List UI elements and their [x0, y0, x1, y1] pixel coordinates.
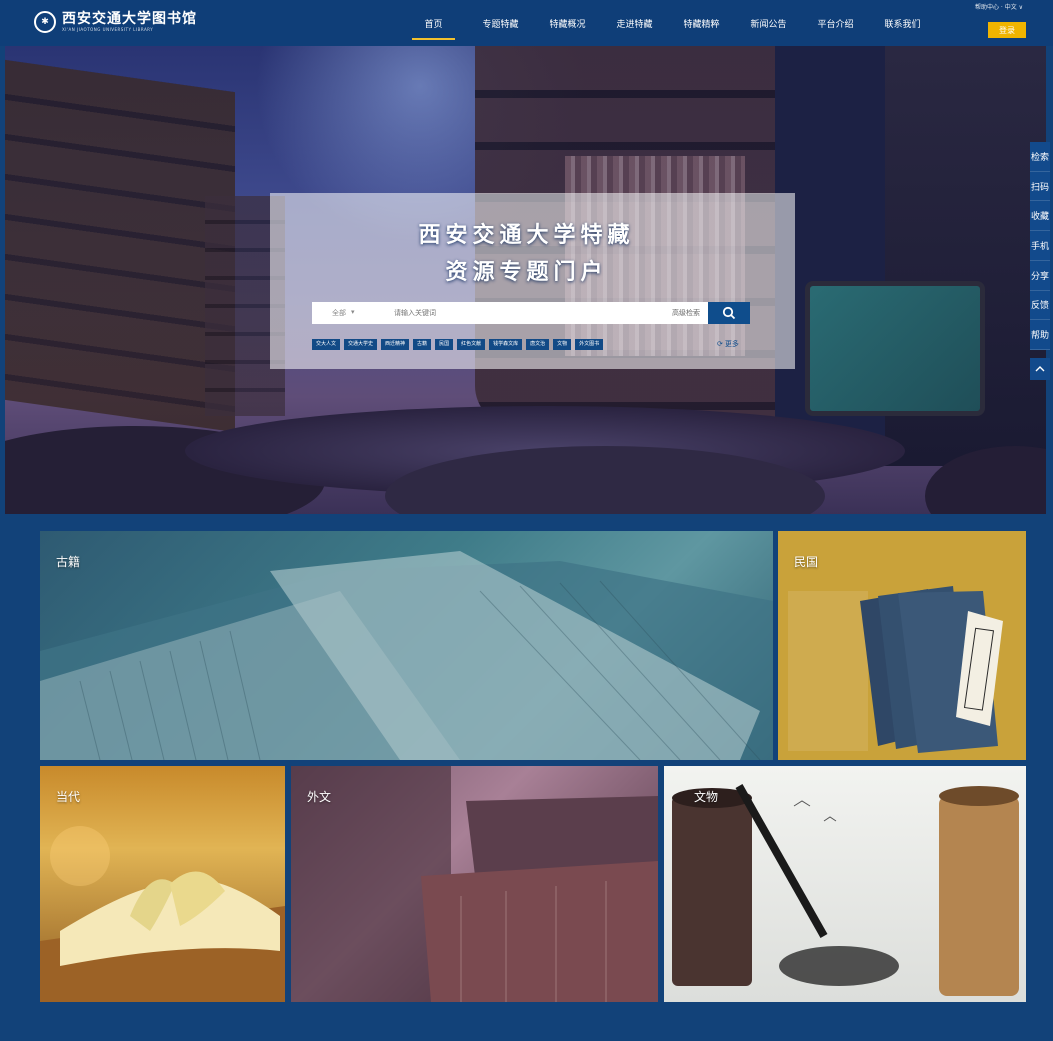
- portal-title-line2: 资源专题门户: [445, 260, 608, 285]
- tag-item[interactable]: 古籍: [413, 339, 432, 350]
- login-button[interactable]: 登录: [988, 22, 1026, 38]
- toolbar-qrcode-icon[interactable]: 扫码: [1030, 172, 1050, 202]
- tag-item[interactable]: 红色文献: [457, 339, 486, 350]
- chevron-up-icon: [1035, 366, 1045, 372]
- ancient-book-illustration: [40, 551, 773, 760]
- tag-item[interactable]: 外文图书: [575, 339, 604, 350]
- toolbar-help-icon[interactable]: 帮助: [1030, 320, 1050, 351]
- nav-news[interactable]: 新闻公告: [735, 0, 802, 46]
- hero-display-screen: [805, 281, 985, 416]
- library-logo[interactable]: ✱ 西安交通大学图书馆 XI'AN JIAOTONG UNIVERSITY LI…: [34, 11, 197, 33]
- tile-label-ancient-books: 古籍: [56, 555, 81, 569]
- nav-highlights[interactable]: 特藏精粹: [668, 0, 735, 46]
- tag-item[interactable]: 钱学森文库: [489, 339, 523, 350]
- university-seal-icon: ✱: [34, 11, 56, 33]
- category-tile-contemporary[interactable]: 当代: [40, 766, 285, 1002]
- tile-label-republic-era: 民国: [794, 555, 819, 569]
- tag-item[interactable]: 西迁精神: [381, 339, 410, 350]
- tag-item[interactable]: 交大人文: [312, 339, 341, 350]
- tile-label-artifacts: 文物: [694, 790, 719, 804]
- nav-home[interactable]: 首页: [400, 0, 467, 46]
- toolbar-favorite-icon[interactable]: 收藏: [1030, 201, 1050, 232]
- category-tile-ancient-books[interactable]: 古籍: [40, 531, 773, 760]
- vintage-books-illustration: [291, 766, 658, 1002]
- toolbar-share-icon[interactable]: 分享: [1030, 261, 1050, 291]
- search-scope-select[interactable]: 全部 ▾: [312, 308, 392, 318]
- logo-title: 西安交通大学图书馆: [62, 11, 197, 27]
- nav-about-platform[interactable]: 平台介绍: [802, 0, 869, 46]
- nav-contact[interactable]: 联系我们: [869, 0, 936, 46]
- toolbar-mobile-icon[interactable]: 手机: [1030, 231, 1050, 261]
- tag-item[interactable]: 民国: [435, 339, 454, 350]
- more-tags-link[interactable]: ⟳ 更多: [717, 339, 739, 349]
- logo-subtitle: XI'AN JIAOTONG UNIVERSITY LIBRARY: [62, 27, 154, 32]
- side-toolbar: 检索 扫码 收藏 手机 分享 反馈 帮助: [1030, 142, 1050, 351]
- tile-label-foreign-language: 外文: [307, 790, 332, 804]
- search-bar: 全部 ▾ 高级检索: [312, 302, 750, 324]
- top-navbar: ✱ 西安交通大学图书馆 XI'AN JIAOTONG UNIVERSITY LI…: [0, 0, 1053, 46]
- category-tile-artifacts[interactable]: 文物: [664, 766, 1026, 1002]
- advanced-search-link[interactable]: 高级检索: [672, 308, 700, 318]
- brush-pot-illustration: [672, 784, 1019, 996]
- nav-explore[interactable]: 走进特藏: [601, 0, 668, 46]
- nav-overview[interactable]: 特藏概况: [534, 0, 601, 46]
- nav-special-collections[interactable]: 专题特藏: [467, 0, 534, 46]
- refresh-icon: ⟳: [717, 340, 723, 348]
- search-scope-value: 全部: [332, 309, 346, 317]
- main-nav: 首页 专题特藏 特藏概况 走进特藏 特藏精粹 新闻公告 平台介绍 联系我们: [400, 0, 936, 46]
- more-tags-label: 更多: [724, 340, 739, 348]
- hot-tags: 交大人文 交通大学史 西迁精神 古籍 民国 红色文献 钱学森文库 唐文治 文物 …: [312, 339, 604, 350]
- search-button[interactable]: [708, 302, 750, 324]
- category-tile-republic-era[interactable]: 民国: [778, 531, 1026, 760]
- portal-title-line1: 西安交通大学特藏: [418, 223, 635, 248]
- toolbar-search-icon[interactable]: 检索: [1030, 142, 1050, 172]
- back-to-top-button[interactable]: [1030, 358, 1050, 380]
- tile-label-contemporary: 当代: [56, 790, 81, 804]
- category-tile-foreign-language[interactable]: 外文: [291, 766, 658, 1002]
- tag-item[interactable]: 文物: [553, 339, 572, 350]
- top-utility-links[interactable]: 帮助中心 · 中文 ∨: [975, 2, 1023, 11]
- tag-item[interactable]: 唐文治: [526, 339, 550, 350]
- chevron-down-icon: ▾: [351, 308, 355, 316]
- toolbar-feedback-icon[interactable]: 反馈: [1030, 291, 1050, 321]
- search-input[interactable]: [392, 303, 672, 323]
- search-icon: [722, 306, 736, 320]
- logo-text-block: 西安交通大学图书馆 XI'AN JIAOTONG UNIVERSITY LIBR…: [62, 12, 197, 32]
- tag-item[interactable]: 交通大学史: [344, 339, 378, 350]
